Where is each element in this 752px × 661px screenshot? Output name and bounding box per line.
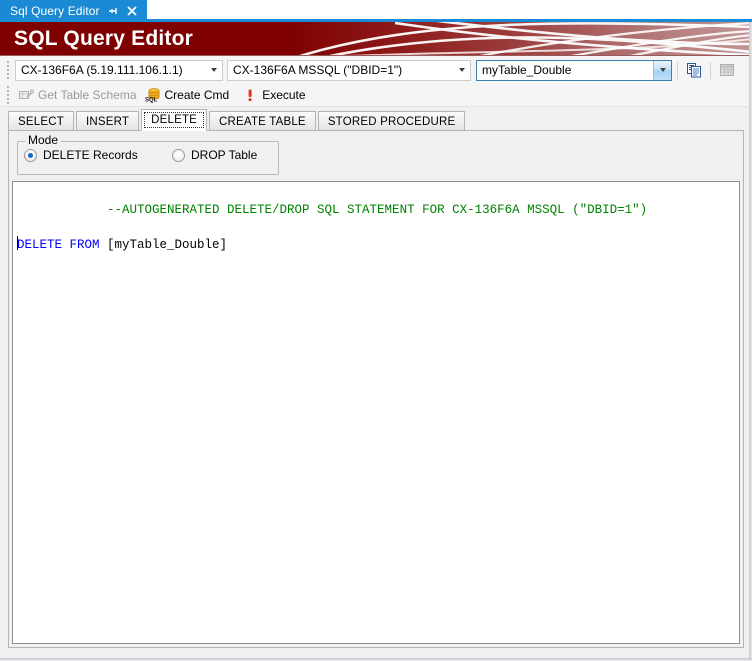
tab-delete[interactable]: DELETE	[141, 109, 208, 131]
sql-line: DELETE FROM [myTable_Double]	[14, 236, 739, 254]
toolbar-gripper[interactable]	[3, 85, 12, 105]
toolbar-separator	[677, 61, 678, 79]
statement-tabcontrol: SELECT INSERT DELETE CREATE TABLE STORED…	[8, 109, 744, 648]
toolbar-separator	[710, 61, 711, 79]
tab-delete-label: DELETE	[151, 114, 198, 126]
connection-combo[interactable]: CX-136F6A (5.19.111.106.1.1)	[15, 59, 223, 81]
get-table-schema-label: Get Table Schema	[38, 88, 137, 102]
radio-drop-table-indicator[interactable]	[172, 148, 185, 162]
banner-title: SQL Query Editor	[14, 27, 194, 50]
connection-toolbar: CX-136F6A (5.19.111.106.1.1) CX-136F6A M…	[0, 56, 752, 84]
svg-text:SQL: SQL	[145, 98, 158, 103]
radio-delete-records-label: DELETE Records	[43, 148, 138, 162]
command-toolbar: Get Table Schema SQL Create Cmd Execute	[0, 84, 752, 107]
radio-delete-records-indicator[interactable]	[24, 148, 37, 162]
toolbar-gripper[interactable]	[3, 60, 12, 80]
chevron-down-icon[interactable]	[205, 61, 222, 80]
database-combo-value: CX-136F6A MSSQL ("DBID=1")	[233, 62, 403, 77]
page-body: SELECT INSERT DELETE CREATE TABLE STORED…	[0, 107, 752, 656]
close-icon[interactable]	[126, 5, 138, 17]
sql-query-editor-window: Sql Query Editor SQL Query Editor CX-136…	[0, 0, 752, 661]
chevron-down-icon[interactable]	[653, 60, 671, 80]
sql-comment-token: --AUTOGENERATED DELETE/DROP SQL STATEMEN…	[107, 203, 648, 217]
tab-insert-label: INSERT	[85, 116, 130, 128]
copy-documents-icon	[687, 63, 701, 78]
mode-groupbox: Mode DELETE Records DROP Table	[17, 134, 279, 175]
mode-groupbox-legend: Mode	[25, 134, 62, 147]
grid-button	[716, 60, 738, 81]
copy-button[interactable]	[683, 60, 705, 81]
database-combo[interactable]: CX-136F6A MSSQL ("DBID=1")	[227, 59, 471, 81]
tab-stored-procedure-label: STORED PROCEDURE	[327, 116, 456, 128]
app-banner: SQL Query Editor	[0, 22, 752, 56]
execute-label: Execute	[262, 88, 306, 102]
table-grid-icon	[720, 64, 734, 76]
sql-keyword-token: DELETE FROM	[17, 238, 108, 252]
statement-tabs: SELECT INSERT DELETE CREATE TABLE STORED…	[8, 109, 744, 131]
connection-combo-value: CX-136F6A (5.19.111.106.1.1)	[21, 62, 183, 77]
tab-select[interactable]: SELECT	[8, 111, 74, 131]
table-schema-icon	[19, 89, 34, 99]
radio-delete-records[interactable]: DELETE Records	[24, 148, 172, 162]
table-combo-value: myTable_Double	[482, 62, 572, 77]
tab-insert[interactable]: INSERT	[75, 111, 140, 131]
execute-button[interactable]: Execute	[234, 85, 310, 105]
tab-stored-procedure[interactable]: STORED PROCEDURE	[317, 111, 466, 131]
create-cmd-label: Create Cmd	[164, 88, 230, 102]
sql-line: --AUTOGENERATED DELETE/DROP SQL STATEMEN…	[14, 185, 739, 236]
tab-create-table[interactable]: CREATE TABLE	[209, 111, 316, 131]
sql-editor-textarea[interactable]: --AUTOGENERATED DELETE/DROP SQL STATEMEN…	[12, 181, 740, 644]
execute-exclamation-icon	[248, 89, 252, 102]
get-table-schema-button[interactable]: Get Table Schema	[15, 85, 142, 105]
create-cmd-button[interactable]: SQL Create Cmd	[142, 85, 235, 105]
mode-radio-row: DELETE Records DROP Table	[24, 148, 257, 162]
radio-drop-table-label: DROP Table	[191, 148, 258, 162]
sql-table-token: [myTable_Double]	[107, 238, 228, 252]
chevron-down-icon[interactable]	[453, 61, 470, 80]
document-tabstrip: Sql Query Editor	[0, 0, 752, 22]
sql-database-icon: SQL	[145, 88, 159, 103]
delete-tab-panel: Mode DELETE Records DROP Table --AUTOGEN…	[8, 130, 744, 648]
pin-icon[interactable]	[107, 5, 119, 17]
radio-drop-table[interactable]: DROP Table	[172, 148, 257, 162]
table-combo[interactable]: myTable_Double	[476, 59, 672, 81]
tab-create-table-label: CREATE TABLE	[219, 116, 306, 128]
tab-select-label: SELECT	[18, 116, 64, 128]
